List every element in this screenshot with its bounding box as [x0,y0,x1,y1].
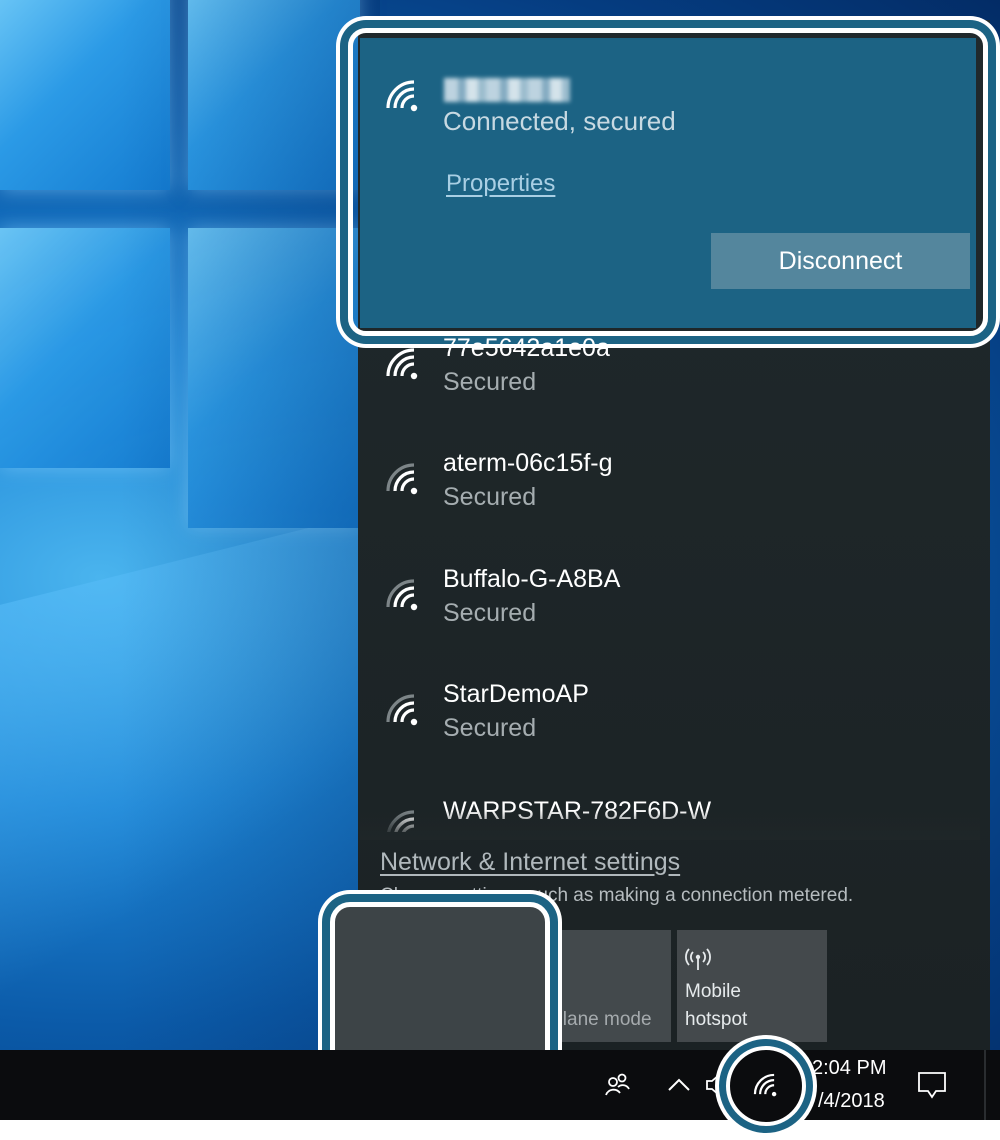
network-list-item[interactable]: StarDemoAP Secured [384,680,944,772]
network-list-item[interactable]: Buffalo-G-A8BA Secured [384,565,944,657]
hotspot-icon [685,948,711,970]
taskbar-clock-date[interactable]: /4/2018 [818,1090,885,1113]
network-name: 77e5642a1e0a [443,334,610,362]
hotspot-label-line2: hotspot [685,1009,748,1030]
network-settings-link[interactable]: Network & Internet settings [380,848,680,877]
network-status: Secured [443,368,537,396]
wifi-icon [386,463,418,495]
volume-icon[interactable] [705,1072,725,1098]
network-name: StarDemoAP [443,680,589,708]
network-list-item[interactable]: aterm-06c15f-g Secured [384,449,944,541]
taskbar-clock-time[interactable]: 2:04 PM [812,1057,886,1080]
highlight-frame-wifi-tile [330,902,550,1070]
mobile-hotspot-label: Mobile hotspot [685,978,747,1034]
wifi-icon [386,694,418,726]
people-icon[interactable] [603,1071,631,1099]
highlight-frame-connected [348,28,988,336]
mobile-hotspot-tile[interactable]: Mobile hotspot [677,930,827,1042]
hotspot-label-line1: Mobile [685,981,741,1002]
action-center-icon[interactable] [916,1070,948,1100]
list-fade [360,810,980,840]
network-status: Secured [443,483,537,511]
wifi-icon [386,348,418,380]
network-status: Secured [443,714,537,742]
show-desktop-divider [984,1050,986,1120]
wifi-icon[interactable] [752,1072,780,1100]
network-name: Buffalo-G-A8BA [443,565,621,593]
wifi-icon [386,579,418,611]
network-list-item[interactable]: 77e5642a1e0a Secured [384,334,944,426]
chevron-up-icon[interactable] [667,1076,691,1092]
network-name: aterm-06c15f-g [443,449,613,477]
network-status: Secured [443,599,537,627]
wallpaper-shade [120,0,380,1050]
